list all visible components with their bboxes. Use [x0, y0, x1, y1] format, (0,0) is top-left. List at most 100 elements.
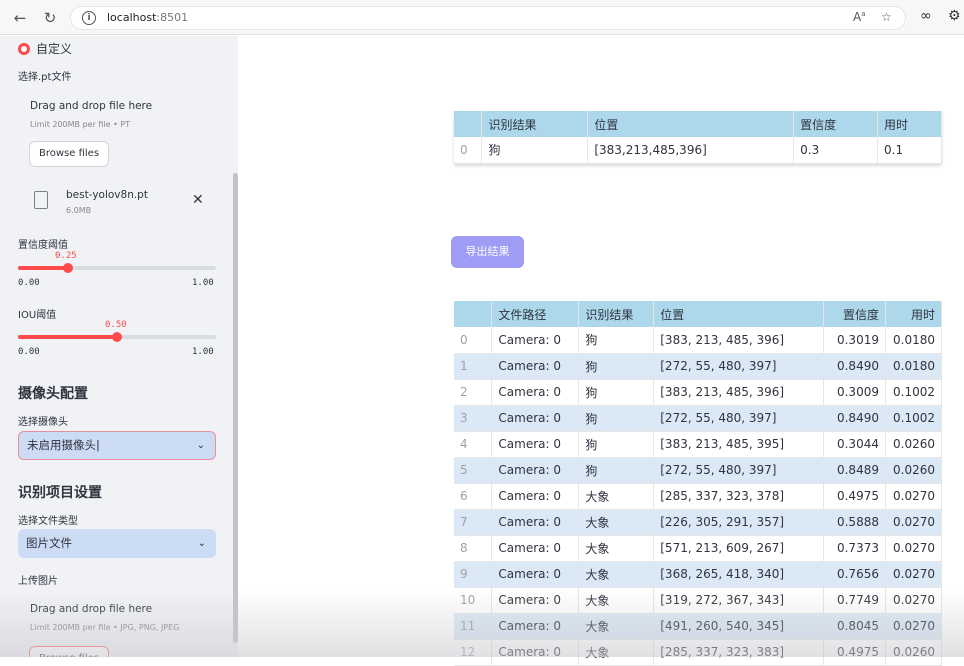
column-header[interactable]: 位置 — [587, 111, 795, 137]
upload-image-label: 上传图片 — [18, 576, 58, 587]
camera-select-label: 选择摄像头 — [18, 417, 68, 428]
table-row[interactable]: 8 Camera: 0 大象 [571, 213, 609, 267] 0.7373 0.… — [454, 535, 943, 562]
file-type-label: 选择文件类型 — [18, 516, 78, 527]
radio-selected-icon[interactable] — [18, 42, 30, 55]
table-row[interactable]: 0 狗 [383,213,485,396] 0.3 0.1 — [454, 137, 942, 164]
table-cell: 0.0270 — [885, 535, 943, 562]
recog-section-title: 识别项目设置 — [18, 485, 102, 501]
table-row[interactable]: 0 Camera: 0 狗 [383, 213, 485, 396] 0.3019 0.0… — [454, 327, 943, 354]
table-cell: [383,213,485,396] — [587, 137, 795, 164]
table-cell: 狗 — [578, 379, 655, 406]
iou-slider-min: 0.00 — [18, 347, 40, 357]
browser-toolbar: ← ↻ i localhost:8501 Aa ☆ ∞ ⚙ — [0, 0, 964, 35]
conf-slider[interactable] — [18, 263, 216, 273]
favorite-star-icon[interactable]: ☆ — [881, 10, 892, 24]
row-index: 2 — [454, 379, 493, 406]
table-cell: 0.3 — [793, 137, 879, 164]
table-row[interactable]: 11 Camera: 0 大象 [491, 260, 540, 345] 0.8045 0… — [454, 613, 943, 640]
table-cell: 0.3009 — [823, 379, 886, 406]
table-row[interactable]: 10 Camera: 0 大象 [319, 272, 367, 343] 0.7749 0… — [454, 587, 943, 614]
browse-images-button[interactable]: Browse files — [29, 646, 110, 657]
column-header[interactable]: 用时 — [877, 111, 942, 137]
radio-custom[interactable]: 自定义 — [18, 40, 72, 57]
table-cell: 0.5888 — [823, 509, 886, 536]
sidebar: 自定义 选择.pt文件 Drag and drop file here Limi… — [0, 36, 238, 657]
conf-slider-min: 0.00 — [18, 278, 40, 288]
reload-icon[interactable]: ↻ — [40, 8, 60, 28]
limit-text: Limit 200MB per file • JPG, PNG, JPEG — [30, 623, 180, 632]
conf-slider-value: 0.25 — [55, 251, 77, 261]
table-cell: 大象 — [578, 613, 655, 640]
table-cell: 狗 — [578, 353, 655, 380]
table-cell: 0.0270 — [885, 587, 943, 614]
file-name: best-yolov8n.pt — [66, 189, 148, 201]
info-icon[interactable]: i — [82, 11, 96, 25]
column-header[interactable]: 置信度 — [793, 111, 879, 137]
table-cell: Camera: 0 — [491, 535, 580, 562]
remove-file-icon[interactable]: ✕ — [192, 192, 204, 208]
iou-slider-thumb[interactable] — [112, 332, 122, 342]
table-cell: Camera: 0 — [491, 509, 580, 536]
row-index: 8 — [454, 535, 493, 562]
table-row[interactable]: 1 Camera: 0 狗 [272, 55, 480, 397] 0.8490 0.01… — [454, 353, 943, 380]
conf-slider-thumb[interactable] — [62, 263, 73, 273]
table-cell: 0.1 — [877, 137, 942, 164]
drop-text: Drag and drop file here — [30, 100, 153, 112]
table-cell: 0.0270 — [885, 509, 943, 536]
back-icon[interactable]: ← — [10, 8, 30, 28]
read-aloud-icon[interactable]: Aa — [853, 10, 866, 24]
table-row[interactable]: 7 Camera: 0 大象 [226, 305, 291, 357] 0.5888 0.… — [454, 509, 943, 536]
column-header[interactable]: 置信度 — [823, 301, 886, 327]
address-bar[interactable]: i localhost:8501 Aa ☆ — [70, 6, 906, 30]
iou-slider-fill — [18, 335, 117, 339]
table-row[interactable]: 2 Camera: 0 狗 [383, 213, 485, 396] 0.3009 0.1… — [454, 379, 943, 406]
row-index: 10 — [454, 587, 493, 614]
table-cell: 大象 — [578, 509, 655, 536]
column-header[interactable] — [454, 111, 483, 137]
extensions-icon[interactable]: ∞ — [920, 8, 932, 24]
table-row[interactable]: 12 Camera: 0 大象 [285, 337, 323, 383] 0.4975 0… — [454, 639, 943, 666]
column-header[interactable]: 识别结果 — [481, 111, 589, 137]
table-cell: [383, 213, 485, 396] — [653, 379, 825, 406]
column-header[interactable]: 位置 — [653, 301, 825, 327]
radio-label: 自定义 — [36, 42, 73, 56]
table-row[interactable]: 3 Camera: 0 狗 [272, 55, 480, 397] 0.8490 0.10… — [454, 405, 943, 432]
table-cell: [383, 213, 485, 396] — [653, 327, 825, 354]
table-cell: 狗 — [578, 457, 655, 484]
table-cell: 0.0260 — [885, 457, 943, 484]
table-cell: Camera: 0 — [491, 613, 580, 640]
column-header[interactable]: 用时 — [885, 301, 943, 327]
file-icon — [34, 191, 48, 209]
iou-slider[interactable] — [18, 332, 216, 342]
table-cell: 大象 — [578, 587, 655, 614]
table-cell: 0.8045 — [823, 613, 886, 640]
table-cell: [319, 272, 367, 343] — [653, 587, 825, 614]
table-cell: 0.1002 — [885, 379, 943, 406]
table-cell: 0.8489 — [823, 457, 886, 484]
table-row[interactable]: 4 Camera: 0 狗 [383, 213, 485, 395] 0.3044 0.0… — [454, 431, 943, 458]
iou-slider-value: 0.50 — [105, 320, 127, 330]
conf-slider-max: 1.00 — [192, 278, 214, 288]
chevron-down-icon: ⌄ — [196, 440, 205, 451]
column-header[interactable]: 识别结果 — [578, 301, 655, 327]
table-row[interactable]: 9 Camera: 0 大象 [368, 265, 418, 340] 0.7656 0.… — [454, 561, 943, 588]
column-header[interactable] — [454, 301, 493, 327]
table-cell: 0.4975 — [823, 639, 886, 666]
camera-select[interactable]: 未启用摄像头| ⌄ — [18, 431, 216, 460]
table-cell: Camera: 0 — [491, 587, 580, 614]
iou-slider-label: IOU阈值 — [18, 310, 57, 321]
export-results-button[interactable]: 导出结果 — [451, 236, 524, 268]
table-cell: [368, 265, 418, 340] — [653, 561, 825, 588]
column-header[interactable]: 文件路径 — [491, 301, 580, 327]
row-index: 6 — [454, 483, 493, 510]
iou-slider-max: 1.00 — [192, 347, 214, 357]
table-row[interactable]: 5 Camera: 0 狗 [272, 55, 480, 397] 0.8489 0.02… — [454, 457, 943, 484]
table-cell: 0.0270 — [885, 613, 943, 640]
table-cell: 0.8490 — [823, 353, 886, 380]
settings-gear-icon[interactable]: ⚙ — [948, 8, 961, 24]
browse-files-button[interactable]: Browse files — [29, 141, 110, 167]
history-table: 文件路径 识别结果 位置 置信度 用时 0 Camera: 0 狗 [383, 213, 48… — [454, 301, 943, 666]
file-type-select[interactable]: 图片文件 ⌄ — [18, 529, 216, 558]
table-row[interactable]: 6 Camera: 0 大象 [285, 337, 323, 378] 0.4975 0.… — [454, 483, 943, 510]
table-cell: 0.1002 — [885, 405, 943, 432]
